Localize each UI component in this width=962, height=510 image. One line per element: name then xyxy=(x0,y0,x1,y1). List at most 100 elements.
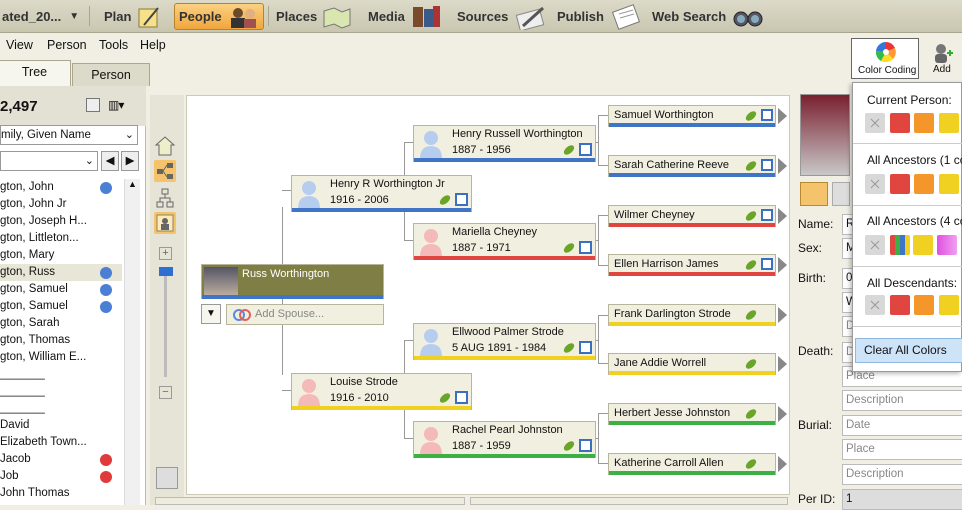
expand-arrow-icon[interactable] xyxy=(778,108,787,124)
menu-view[interactable]: View xyxy=(6,38,33,52)
list-item[interactable]: gton, Samuel xyxy=(0,298,122,315)
red-swatch[interactable] xyxy=(890,295,910,315)
spouse-dropdown-button[interactable]: ▼ xyxy=(201,304,221,324)
family-icon[interactable] xyxy=(579,439,592,452)
person-box[interactable]: Henry R Worthington Jr 1916 - 2006 xyxy=(291,175,472,212)
menu-help[interactable]: Help xyxy=(140,38,166,52)
add-person-button[interactable]: Add xyxy=(926,40,960,78)
orange-swatch[interactable] xyxy=(914,295,934,315)
list-item[interactable]: gton, Russ xyxy=(0,264,122,281)
ancestor-box[interactable]: Wilmer Cheyney xyxy=(608,205,776,227)
color-coding-button[interactable]: Color Coding xyxy=(851,38,919,79)
zoom-slider-handle[interactable] xyxy=(159,267,173,276)
person-box[interactable]: Ellwood Palmer Strode 5 AUG 1891 - 1984 xyxy=(413,323,596,360)
ancestor-box[interactable]: Samuel Worthington xyxy=(608,105,776,127)
leaf-hint-icon[interactable] xyxy=(745,110,757,122)
red-swatch[interactable] xyxy=(890,174,910,194)
expand-arrow-icon[interactable] xyxy=(778,208,787,224)
list-item[interactable]: Jacob xyxy=(0,451,122,468)
family-icon[interactable] xyxy=(761,209,773,221)
web-search-button[interactable]: Web Search xyxy=(652,3,765,30)
expand-arrow-icon[interactable] xyxy=(778,456,787,472)
list-item[interactable]: gton, Samuel xyxy=(0,281,122,298)
list-item[interactable]: gton, Littleton... xyxy=(0,230,122,247)
ancestor-box[interactable]: Sarah Catherine Reeve xyxy=(608,155,776,177)
leaf-hint-icon[interactable] xyxy=(563,342,575,354)
edit-icon[interactable] xyxy=(800,182,828,206)
file-title-dropdown[interactable]: ated_20... ▼ xyxy=(2,3,79,30)
list-item[interactable]: Job xyxy=(0,468,122,485)
list-item[interactable]: gton, William E... xyxy=(0,349,122,366)
expand-arrow-icon[interactable] xyxy=(778,406,787,422)
index-options-icon[interactable] xyxy=(86,98,100,112)
expand-arrow-icon[interactable] xyxy=(778,307,787,323)
red-swatch[interactable] xyxy=(890,113,910,133)
yellow-swatch[interactable] xyxy=(939,113,959,133)
leaf-hint-icon[interactable] xyxy=(745,458,757,470)
list-item[interactable]: gton, Thomas xyxy=(0,332,122,349)
ancestor-box[interactable]: Herbert Jesse Johnston xyxy=(608,403,776,425)
leaf-hint-icon[interactable] xyxy=(745,259,757,271)
ancestor-box[interactable]: Frank Darlington Strode xyxy=(608,304,776,326)
prev-button[interactable]: ◀ xyxy=(101,151,119,171)
orange-swatch[interactable] xyxy=(914,113,934,133)
no-color-swatch[interactable] xyxy=(865,174,885,194)
yellow-swatch[interactable] xyxy=(913,235,933,255)
family-icon[interactable] xyxy=(579,143,592,156)
clear-all-colors-button[interactable]: Clear All Colors xyxy=(855,338,962,363)
add-spouse-button[interactable]: Add Spouse... xyxy=(226,304,384,325)
list-item[interactable]: David xyxy=(0,417,122,434)
orange-swatch[interactable] xyxy=(914,174,934,194)
navigator-icon[interactable] xyxy=(156,467,178,489)
leaf-hint-icon[interactable] xyxy=(745,408,757,420)
menu-tools[interactable]: Tools xyxy=(99,38,128,52)
person-box[interactable]: Henry Russell Worthington 1887 - 1956 xyxy=(413,125,596,162)
family-icon[interactable] xyxy=(761,159,773,171)
next-button[interactable]: ▶ xyxy=(121,151,139,171)
list-item[interactable]: gton, John Jr xyxy=(0,196,122,213)
search-input[interactable]: ⌄ xyxy=(0,151,98,171)
expand-arrow-icon[interactable] xyxy=(778,356,787,372)
family-icon[interactable] xyxy=(579,341,592,354)
ancestor-box[interactable]: Jane Addie Worrell xyxy=(608,353,776,375)
list-item[interactable]: Elizabeth Town... xyxy=(0,434,122,451)
zoom-slider-track[interactable] xyxy=(164,267,167,377)
leaf-hint-icon[interactable] xyxy=(439,392,451,404)
death-description-field[interactable]: Description xyxy=(842,390,962,411)
columns-icon[interactable]: ▥▾ xyxy=(108,98,124,112)
leaf-hint-icon[interactable] xyxy=(745,210,757,222)
menu-person[interactable]: Person xyxy=(47,38,87,52)
list-item[interactable]: John Thomas xyxy=(0,485,122,502)
person-photo[interactable] xyxy=(800,94,850,176)
leaf-hint-icon[interactable] xyxy=(563,144,575,156)
zoom-out-button[interactable]: − xyxy=(159,386,172,399)
home-icon[interactable] xyxy=(154,135,176,157)
family-icon[interactable] xyxy=(455,391,468,404)
burial-date-field[interactable]: Date xyxy=(842,415,962,436)
ancestor-box[interactable]: Katherine Carroll Allen xyxy=(608,453,776,475)
person-box[interactable]: Rachel Pearl Johnston 1887 - 1959 xyxy=(413,421,596,458)
family-view-icon[interactable] xyxy=(154,187,176,209)
no-color-swatch[interactable] xyxy=(865,113,885,133)
yellow-swatch[interactable] xyxy=(939,174,959,194)
burial-description-field[interactable]: Description xyxy=(842,464,962,485)
no-color-swatch[interactable] xyxy=(865,235,885,255)
list-item[interactable]: gton, Mary xyxy=(0,247,122,264)
no-color-swatch[interactable] xyxy=(865,295,885,315)
person-view-icon[interactable] xyxy=(154,212,176,234)
family-icon[interactable] xyxy=(761,109,773,121)
list-item[interactable]: _______ xyxy=(0,366,122,383)
sources-button[interactable]: Sources xyxy=(457,3,547,30)
tab-tree[interactable]: Tree xyxy=(0,60,71,86)
expand-arrow-icon[interactable] xyxy=(778,257,787,273)
media-button[interactable]: Media xyxy=(368,3,442,30)
people-button[interactable]: People xyxy=(174,3,264,30)
list-item[interactable]: gton, Sarah xyxy=(0,315,122,332)
leaf-hint-icon[interactable] xyxy=(563,242,575,254)
list-item[interactable]: _______ xyxy=(0,400,122,417)
family-icon[interactable] xyxy=(579,241,592,254)
expand-arrow-icon[interactable] xyxy=(778,158,787,174)
yellow-swatch[interactable] xyxy=(939,295,959,315)
list-item[interactable]: _______ xyxy=(0,383,122,400)
leaf-hint-icon[interactable] xyxy=(745,160,757,172)
